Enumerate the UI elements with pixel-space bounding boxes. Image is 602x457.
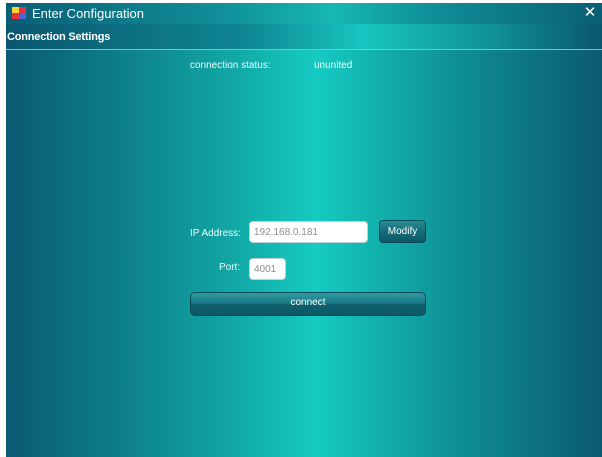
app-icon [12,7,26,20]
content-panel: Connection Settings connection status: u… [6,24,602,457]
connection-status-label: connection status: [190,60,271,71]
port-label: Port: [219,262,241,273]
ip-address-label: IP Address: [190,228,241,239]
port-input[interactable]: 4001 [249,258,286,280]
configuration-window: Enter Configuration ✕ Connection Setting… [6,3,602,457]
title-bar[interactable]: Enter Configuration ✕ [6,3,602,24]
modify-button[interactable]: Modify [379,220,426,243]
window-title: Enter Configuration [32,6,145,21]
section-header: Connection Settings [6,24,602,50]
connect-button[interactable]: connect [190,292,426,316]
connection-status-value: ununited [314,60,353,71]
section-title: Connection Settings [7,31,111,43]
close-icon[interactable]: ✕ [582,4,598,22]
ip-address-input[interactable]: 192.168.0.181 [249,221,368,243]
